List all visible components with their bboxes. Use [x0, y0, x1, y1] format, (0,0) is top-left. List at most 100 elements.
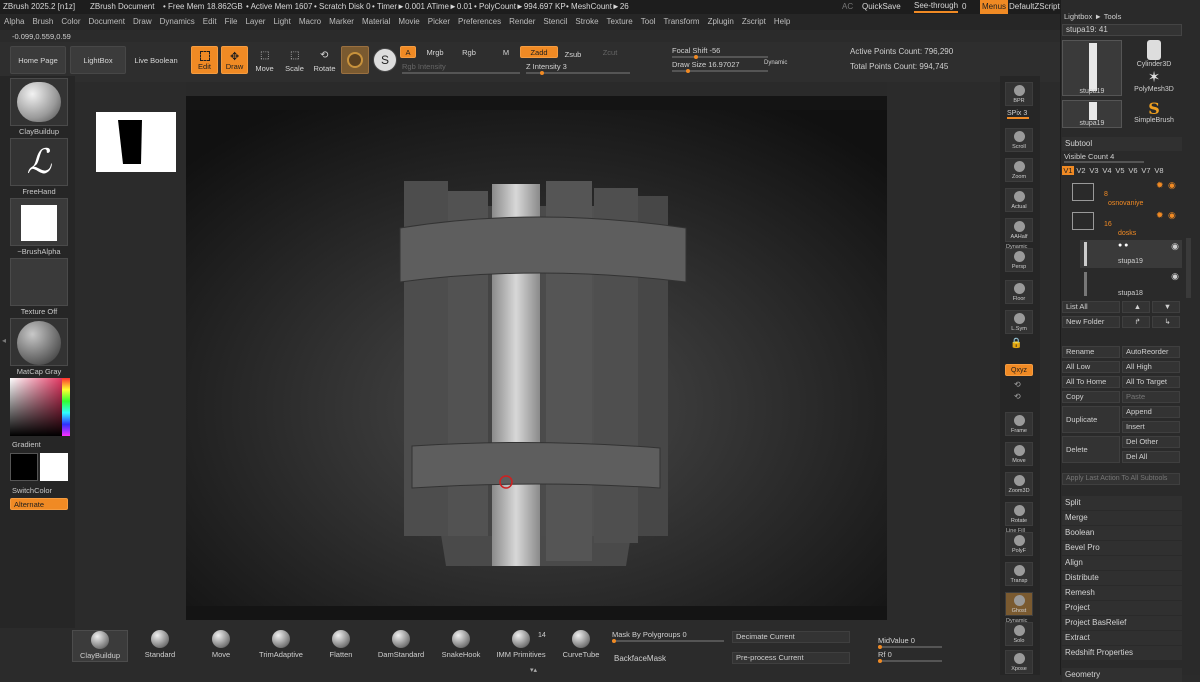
alpha-thumbnail[interactable]	[10, 198, 68, 246]
autoreorder-button[interactable]: AutoReorder	[1122, 346, 1180, 358]
move-button[interactable]: Move	[1005, 442, 1033, 466]
aahalf-button[interactable]: AAHalf	[1005, 218, 1033, 242]
zoom3d-button[interactable]: Zoom3D	[1005, 472, 1033, 496]
folder-name[interactable]: dosks	[1118, 230, 1136, 237]
ghost-button[interactable]: Ghost	[1005, 592, 1033, 616]
zadd-button[interactable]: Zadd	[520, 46, 558, 58]
current-tool-slider[interactable]: stupa19: 41	[1062, 24, 1182, 36]
all-low-button[interactable]: All Low	[1062, 361, 1120, 373]
brush-flatten[interactable]: Flatten	[313, 630, 369, 662]
menu-material[interactable]: Material	[358, 14, 394, 30]
version-tab-v8[interactable]: V8	[1153, 166, 1165, 175]
menu-stencil[interactable]: Stencil	[539, 14, 571, 30]
rgb-button[interactable]: Rgb	[456, 46, 482, 58]
menu-tool[interactable]: Tool	[637, 14, 660, 30]
left-collapse-icon[interactable]: ◂	[2, 336, 6, 345]
draw-button[interactable]: ✥ Draw	[221, 46, 248, 74]
paste-button[interactable]: Paste	[1122, 391, 1180, 403]
home-page-button[interactable]: Home Page	[10, 46, 66, 74]
menu-draw[interactable]: Draw	[129, 14, 156, 30]
menu-alpha[interactable]: Alpha	[0, 14, 28, 30]
action-merge[interactable]: Merge	[1062, 511, 1182, 525]
edit-button[interactable]: Edit	[191, 46, 218, 74]
zcut-button[interactable]: Zcut	[596, 46, 624, 58]
persp-button[interactable]: Persp	[1005, 248, 1033, 272]
subtool-item-stupa18[interactable]: ◉ stupa18	[1080, 270, 1182, 298]
seethrough-slider[interactable]: See-through	[914, 0, 959, 13]
lightbox-button[interactable]: LightBox	[70, 46, 126, 74]
alternate-button[interactable]: Alternate	[10, 498, 68, 510]
rgb-intensity-slider[interactable]: Rgb Intensity	[402, 62, 520, 74]
apply-last-action-button[interactable]: Apply Last Action To All Subtools	[1062, 473, 1180, 485]
menu-render[interactable]: Render	[505, 14, 539, 30]
material-swatch-button[interactable]	[341, 46, 369, 74]
menu-zscript[interactable]: Zscript	[738, 14, 770, 30]
mask-by-polygroups-slider[interactable]: Mask By Polygroups 0	[612, 630, 724, 643]
brush-snakehook[interactable]: SnakeHook	[433, 630, 489, 662]
switchcolor-button[interactable]: SwitchColor	[12, 486, 70, 495]
append-button[interactable]: Append	[1122, 406, 1180, 418]
focal-shift-slider[interactable]: Focal Shift -56	[672, 46, 768, 59]
menus-button[interactable]: Menus	[980, 0, 1009, 14]
lsym-button[interactable]: L.Sym	[1005, 310, 1033, 334]
menu-dynamics[interactable]: Dynamics	[156, 14, 199, 30]
tool-thumb-stupa19-2[interactable]: stupa19	[1062, 100, 1122, 128]
version-tab-v6[interactable]: V6	[1127, 166, 1139, 175]
visible-count-slider[interactable]: Visible Count 4	[1064, 152, 1144, 163]
action-boolean[interactable]: Boolean	[1062, 526, 1182, 540]
menu-preferences[interactable]: Preferences	[454, 14, 505, 30]
menu-picker[interactable]: Picker	[424, 14, 454, 30]
menu-movie[interactable]: Movie	[394, 14, 423, 30]
action-bevel-pro[interactable]: Bevel Pro	[1062, 541, 1182, 555]
new-folder-button[interactable]: New Folder	[1062, 316, 1120, 328]
menu-edit[interactable]: Edit	[199, 14, 221, 30]
move-up-icon[interactable]: ▲	[1122, 301, 1150, 313]
action-remesh[interactable]: Remesh	[1062, 586, 1182, 600]
subtool-item-stupa19[interactable]: ● ● ◉ stupa19	[1080, 240, 1182, 268]
stroke-thumbnail[interactable]: ℒ	[10, 138, 68, 186]
rotate-button[interactable]: ⟲ Rotate	[311, 46, 338, 74]
z-intensity-slider[interactable]: Z Intensity 3	[526, 62, 630, 75]
brush-thumbnail[interactable]	[10, 78, 68, 126]
menu-light[interactable]: Light	[269, 14, 294, 30]
rf-slider[interactable]: Rf 0	[878, 650, 942, 663]
eye-icon[interactable]: ◉	[1168, 210, 1176, 221]
menu-macro[interactable]: Macro	[295, 14, 325, 30]
action-distribute[interactable]: Distribute	[1062, 571, 1182, 585]
xpose-button[interactable]: Xpose	[1005, 650, 1033, 674]
draw-size-slider[interactable]: Draw Size 16.97027	[672, 60, 768, 73]
primary-color-swatch[interactable]	[10, 453, 38, 481]
brush-claybuildup[interactable]: ClayBuildup	[72, 630, 128, 662]
move-folder-up-icon[interactable]: ↱	[1122, 316, 1150, 328]
menu-zplugin[interactable]: Zplugin	[704, 14, 738, 30]
rename-button[interactable]: Rename	[1062, 346, 1120, 358]
transp-button[interactable]: Transp	[1005, 562, 1033, 586]
folder-name[interactable]: osnovaniye	[1108, 200, 1143, 207]
hue-strip[interactable]	[62, 378, 70, 436]
brush-trimadaptive[interactable]: TrimAdaptive	[253, 630, 309, 662]
version-tab-v2[interactable]: V2	[1075, 166, 1087, 175]
eye-icon[interactable]: ◉	[1171, 241, 1179, 252]
action-project-basrelief[interactable]: Project BasRelief	[1062, 616, 1182, 630]
subtool-header[interactable]: Subtool	[1062, 137, 1182, 151]
bpr-button[interactable]: BPR	[1005, 82, 1033, 106]
del-other-button[interactable]: Del Other	[1122, 436, 1180, 448]
menu-texture[interactable]: Texture	[603, 14, 637, 30]
brush-move[interactable]: Move	[193, 630, 249, 662]
secondary-color-swatch[interactable]	[40, 453, 68, 481]
duplicate-button[interactable]: Duplicate	[1062, 406, 1120, 433]
move-button[interactable]: ⬚ Move	[251, 46, 278, 74]
action-align[interactable]: Align	[1062, 556, 1182, 570]
spix-slider[interactable]: SPix 3	[1007, 110, 1029, 119]
rotate-y-icon[interactable]: ⟲	[1014, 392, 1021, 401]
menu-transform[interactable]: Transform	[659, 14, 703, 30]
brush-curvetube[interactable]: CurveTube	[553, 630, 609, 662]
decimate-current-button[interactable]: Decimate Current	[732, 631, 850, 643]
lock-icon[interactable]: 🔒	[1010, 338, 1022, 349]
action-redshift-properties[interactable]: Redshift Properties	[1062, 646, 1182, 660]
all-high-button[interactable]: All High	[1122, 361, 1180, 373]
color-picker[interactable]	[10, 378, 68, 436]
floor-button[interactable]: Floor	[1005, 280, 1033, 304]
expand-arrows-icon[interactable]: ▾▴	[530, 666, 537, 674]
brush-damstandard[interactable]: DamStandard	[373, 630, 429, 662]
